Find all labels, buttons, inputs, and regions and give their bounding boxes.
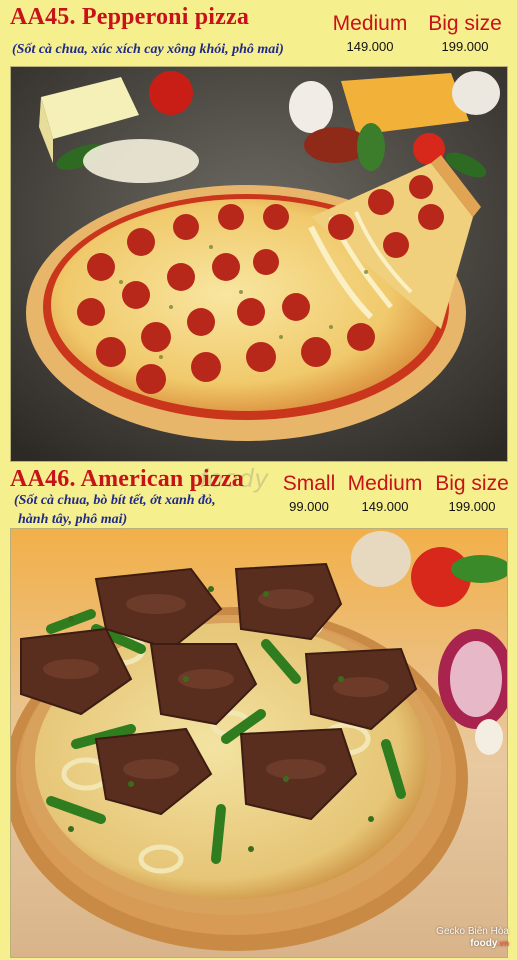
watermark-brand-tld: .vn (497, 939, 509, 948)
size-label: Small (282, 472, 336, 495)
price: 149.000 (346, 39, 394, 54)
pepperoni-pizza-photo (10, 66, 508, 462)
american-pizza-illustration (11, 529, 507, 957)
watermark-store-name: Gecko Biên Hòa (436, 926, 509, 937)
item-description-line2: hành tây, phô mai) (18, 512, 128, 527)
size-price-big: Big size 199.000 (420, 12, 510, 56)
size-price-big: Big size 199.000 (430, 472, 514, 516)
item-description-line1: (Sốt cà chua, bò bít tết, ớt xanh đỏ, (14, 493, 216, 508)
price: 199.000 (441, 39, 489, 54)
item-title: AA45. Pepperoni pizza (10, 4, 250, 30)
watermark-corner: Gecko Biên Hòa foody.vn (436, 926, 509, 950)
item-description: (Sốt cà chua, xúc xích cay xông khói, ph… (12, 42, 284, 57)
size-price-medium: Medium 149.000 (330, 12, 410, 56)
menu-item-american: AA46. American pizza (Sốt cà chua, bò bí… (0, 462, 517, 960)
size-label: Big size (435, 472, 509, 495)
pepperoni-pizza-illustration (11, 67, 507, 461)
menu-item-pepperoni: AA45. Pepperoni pizza (Sốt cà chua, xúc … (0, 0, 517, 462)
watermark-brand-name: foody (470, 938, 498, 949)
size-price-small: Small 99.000 (278, 472, 340, 516)
size-price-medium: Medium 149.000 (345, 472, 425, 516)
size-label: Big size (428, 12, 502, 35)
size-label: Medium (347, 472, 423, 495)
price: 99.000 (289, 499, 329, 514)
american-pizza-photo (10, 528, 508, 958)
price: 199.000 (448, 499, 496, 514)
size-label: Medium (332, 12, 408, 35)
item-title: AA46. American pizza (10, 466, 244, 492)
watermark-brand: foody.vn (436, 938, 509, 950)
price: 149.000 (361, 499, 409, 514)
